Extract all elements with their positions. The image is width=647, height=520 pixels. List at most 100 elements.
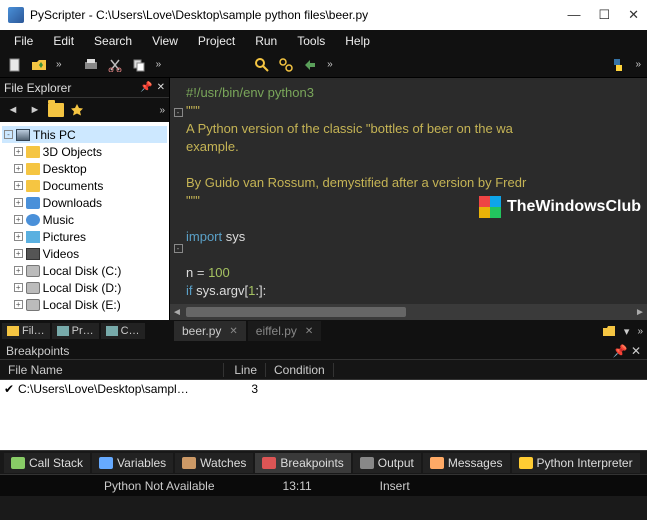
window-titlebar: PyScripter - C:\Users\Love\Desktop\sampl…	[0, 0, 647, 30]
expand-icon[interactable]: +	[14, 283, 23, 292]
tree-item[interactable]: +Desktop	[2, 160, 167, 177]
chevron-icon[interactable]: »	[327, 59, 333, 70]
dl-icon	[26, 197, 40, 209]
tab-code[interactable]: C…	[101, 323, 145, 339]
folder-icon[interactable]	[48, 103, 64, 117]
file-explorer-toolbar: ◄ ► »	[0, 98, 169, 122]
breakpoint-row[interactable]: ✔ C:\Users\Love\Desktop\sampl… 3	[0, 380, 647, 398]
expand-icon[interactable]: -	[4, 130, 13, 139]
tree-item[interactable]: +3D Objects	[2, 143, 167, 160]
pin-icon[interactable]: 📌	[613, 344, 628, 358]
print-icon[interactable]	[82, 56, 100, 74]
window-title: PyScripter - C:\Users\Love\Desktop\sampl…	[30, 8, 567, 22]
tree-item[interactable]: -This PC	[2, 126, 167, 143]
close-panel-icon[interactable]: ✕	[631, 344, 641, 358]
new-file-icon[interactable]	[6, 56, 24, 74]
tab-file-explorer[interactable]: Fil…	[2, 323, 50, 339]
bottom-tab-python-interpreter[interactable]: Python Interpreter	[512, 453, 640, 473]
expand-icon[interactable]: +	[14, 249, 23, 258]
chevron-icon[interactable]: »	[635, 59, 641, 70]
back-icon[interactable]: ◄	[4, 101, 22, 119]
tree-item[interactable]: +Music	[2, 211, 167, 228]
tree-item[interactable]: + Local Disk (D:)	[2, 279, 167, 296]
tree-item[interactable]: +Documents	[2, 177, 167, 194]
tab-project[interactable]: Pr…	[52, 323, 99, 339]
copy-icon[interactable]	[130, 56, 148, 74]
bottom-tab-call-stack[interactable]: Call Stack	[4, 453, 90, 473]
chevron-icon[interactable]: »	[637, 326, 643, 337]
statusbar: Python Not Available 13:11 Insert	[0, 474, 647, 496]
goto-icon[interactable]	[301, 56, 319, 74]
close-tab-icon[interactable]: ✕	[305, 326, 313, 337]
col-line[interactable]: Line	[224, 363, 266, 377]
fold-toggle[interactable]: -	[174, 108, 183, 117]
maximize-button[interactable]: ☐	[598, 7, 610, 23]
menu-tools[interactable]: Tools	[289, 32, 333, 50]
tree-label: Local Disk (E:)	[43, 298, 121, 312]
menu-view[interactable]: View	[144, 32, 186, 50]
editor-tab-beer[interactable]: beer.py✕	[174, 321, 246, 341]
check-icon[interactable]: ✔	[0, 382, 18, 396]
python-icon[interactable]	[609, 56, 627, 74]
file-explorer-panel: File Explorer 📌✕ ◄ ► » -This PC +3D Obje…	[0, 78, 170, 320]
chevron-icon[interactable]: »	[159, 105, 165, 116]
tree-item[interactable]: +Local Disk (C:)	[2, 262, 167, 279]
tree-item[interactable]: + Downloads	[2, 194, 167, 211]
tree-label: Local Disk (D:)	[43, 281, 122, 295]
dropdown-icon[interactable]: ▾	[624, 325, 630, 338]
chevron-icon[interactable]: »	[56, 59, 62, 70]
open-folder-icon[interactable]	[600, 322, 618, 340]
expand-icon[interactable]: +	[14, 266, 23, 275]
col-condition[interactable]: Condition	[266, 363, 334, 377]
file-explorer-header: File Explorer 📌✕	[0, 78, 169, 98]
breakpoints-panel: Breakpoints 📌 ✕ File Name Line Condition…	[0, 342, 647, 450]
tree-item[interactable]: + Local Disk (E:)	[2, 296, 167, 313]
expand-icon[interactable]: +	[14, 232, 23, 241]
minimize-button[interactable]: —	[567, 7, 580, 23]
code-text[interactable]: #!/usr/bin/env python3 """ A Python vers…	[186, 78, 647, 304]
bottom-tab-messages[interactable]: Messages	[423, 453, 510, 473]
close-tab-icon[interactable]: ✕	[229, 326, 237, 337]
forward-icon[interactable]: ►	[26, 101, 44, 119]
fold-gutter: - -	[170, 78, 186, 304]
tree-item[interactable]: +Pictures	[2, 228, 167, 245]
pin-icon[interactable]: 📌	[140, 82, 152, 93]
expand-icon[interactable]: +	[14, 300, 23, 309]
menu-run[interactable]: Run	[247, 32, 285, 50]
main-toolbar: » » » »	[0, 52, 647, 78]
tree-label: Downloads	[43, 196, 102, 210]
horizontal-scrollbar[interactable]: ◄►	[170, 304, 647, 320]
tree-item[interactable]: +Videos	[2, 245, 167, 262]
status-engine: Python Not Available	[90, 479, 229, 493]
expand-icon[interactable]: +	[14, 215, 23, 224]
bottom-tab-watches[interactable]: Watches	[175, 453, 253, 473]
breakpoints-list[interactable]: ✔ C:\Users\Love\Desktop\sampl… 3	[0, 380, 647, 450]
menu-file[interactable]: File	[6, 32, 41, 50]
file-tree[interactable]: -This PC +3D Objects +Desktop +Documents…	[0, 122, 169, 320]
close-button[interactable]: ✕	[628, 7, 639, 23]
menu-help[interactable]: Help	[337, 32, 378, 50]
left-panel-tabs: Fil… Pr… C…	[0, 320, 170, 342]
close-panel-icon[interactable]: ✕	[157, 82, 165, 93]
expand-icon[interactable]: +	[14, 147, 23, 156]
bottom-tab-breakpoints[interactable]: Breakpoints	[255, 453, 350, 473]
menu-search[interactable]: Search	[86, 32, 140, 50]
col-file[interactable]: File Name	[0, 363, 224, 377]
tab-icon	[99, 457, 113, 469]
open-folder-icon[interactable]	[30, 56, 48, 74]
fold-toggle[interactable]: -	[174, 244, 183, 253]
chevron-icon[interactable]: »	[156, 59, 162, 70]
expand-icon[interactable]: +	[14, 198, 23, 207]
editor-tab-eiffel[interactable]: eiffel.py✕	[248, 321, 322, 341]
bottom-tab-variables[interactable]: Variables	[92, 453, 173, 473]
expand-icon[interactable]: +	[14, 164, 23, 173]
breakpoints-title: Breakpoints	[6, 344, 69, 358]
menu-edit[interactable]: Edit	[45, 32, 82, 50]
bottom-tab-output[interactable]: Output	[353, 453, 421, 473]
menu-project[interactable]: Project	[190, 32, 243, 50]
favorites-icon[interactable]	[68, 101, 86, 119]
expand-icon[interactable]: +	[14, 181, 23, 190]
replace-icon[interactable]	[277, 56, 295, 74]
cut-icon[interactable]	[106, 56, 124, 74]
find-icon[interactable]	[253, 56, 271, 74]
